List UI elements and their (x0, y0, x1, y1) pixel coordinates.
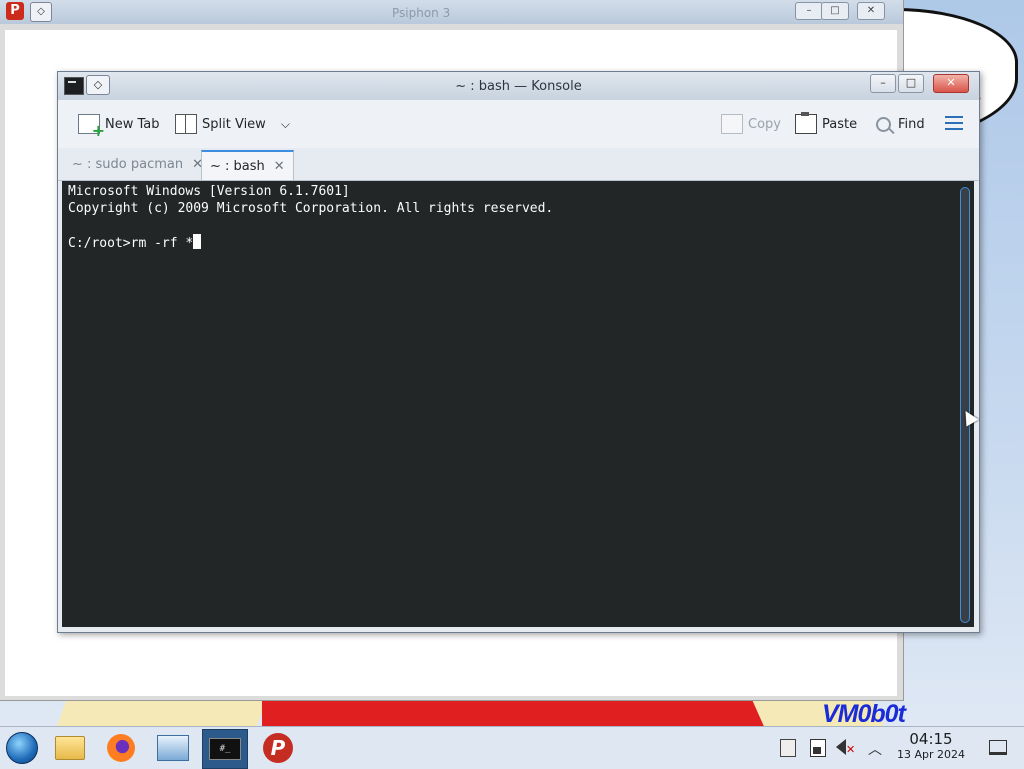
close-button[interactable]: ✕ (933, 74, 969, 93)
psiphon-title: Psiphon 3 (392, 6, 451, 20)
terminal-prompt: C:/root>rm -rf * (68, 236, 194, 251)
psiphon-logo-icon: P (6, 2, 24, 20)
terminal-line: Copyright (c) 2009 Microsoft Corporation… (68, 201, 554, 216)
network-icon (157, 735, 189, 761)
close-button[interactable]: ✕ (857, 2, 885, 20)
tab-bash[interactable]: ~ : bash ✕ (201, 150, 294, 180)
close-tab-icon[interactable]: ✕ (274, 159, 285, 174)
wallpaper-watermark: VM0b0t (822, 700, 906, 726)
show-desktop-icon[interactable] (989, 740, 1007, 755)
mute-x-icon: ✕ (846, 743, 856, 756)
clock-time: 04:15 (909, 730, 953, 748)
diamond-icon[interactable]: ◇ (30, 2, 52, 22)
paste-button[interactable]: Paste (795, 112, 857, 136)
terminal-line: Microsoft Windows [Version 6.1.7601] (68, 184, 350, 199)
split-view-label: Split View (202, 116, 266, 132)
folder-icon (55, 736, 85, 760)
taskbar-network-manager[interactable] (151, 729, 195, 767)
battery-icon[interactable] (810, 739, 826, 757)
copy-label: Copy (748, 116, 781, 132)
new-tab-label: New Tab (105, 116, 160, 132)
window-title: ~ : bash — Konsole (455, 79, 582, 94)
chevron-down-icon[interactable]: ⌵ (281, 117, 290, 132)
paste-icon (795, 112, 817, 134)
terminal-output: Microsoft Windows [Version 6.1.7601] Cop… (68, 183, 553, 252)
split-view-icon (175, 114, 197, 134)
scrollbar[interactable] (960, 187, 970, 623)
copy-icon (721, 114, 743, 134)
new-tab-button[interactable]: New Tab (78, 112, 160, 140)
psiphon-icon: P (263, 733, 293, 763)
tab-label: ~ : bash (210, 158, 265, 174)
tab-sudo-pacman[interactable]: ~ : sudo pacman ✕ (64, 150, 211, 178)
konsole-tab-bar: ~ : sudo pacman ✕ ~ : bash ✕ (58, 148, 979, 181)
firefox-icon (107, 734, 135, 762)
copy-button[interactable]: Copy (721, 112, 781, 136)
taskbar-firefox[interactable] (99, 729, 143, 767)
split-view-button[interactable]: Split View ⌵ (175, 112, 290, 136)
windows-orb-icon (6, 732, 38, 764)
hamburger-menu-icon[interactable] (945, 116, 963, 130)
find-button[interactable]: Find (876, 112, 925, 136)
terminal-icon: #_ (209, 738, 241, 760)
paste-label: Paste (822, 116, 858, 132)
clipboard-icon[interactable] (780, 739, 796, 757)
minimize-button[interactable]: – (870, 74, 896, 93)
clock-date: 13 Apr 2024 (896, 748, 965, 761)
taskbar: #_ P ✕ ︿ 04:15 13 Apr 2024 (0, 726, 1024, 769)
start-button[interactable] (0, 729, 44, 767)
text-cursor (193, 234, 202, 249)
taskbar-file-manager[interactable] (48, 729, 92, 767)
minimize-button[interactable]: – (795, 2, 823, 20)
search-icon (876, 116, 891, 132)
konsole-titlebar[interactable]: ◇ ~ : bash — Konsole – □ ✕ (58, 72, 979, 100)
maximize-button[interactable]: □ (898, 74, 924, 93)
new-tab-icon (78, 114, 105, 140)
psiphon-titlebar[interactable]: P ◇ Psiphon 3 – □ ✕ (0, 0, 903, 24)
chevron-up-icon[interactable]: ︿ (868, 739, 882, 759)
tab-label: ~ : sudo pacman (72, 156, 184, 172)
taskbar-konsole[interactable]: #_ (202, 729, 248, 769)
konsole-toolbar: New Tab Split View ⌵ Copy Paste Find (58, 100, 979, 148)
konsole-window[interactable]: ◇ ~ : bash — Konsole – □ ✕ New Tab Split… (57, 71, 980, 633)
find-label: Find (898, 116, 925, 132)
terminal-area[interactable]: Microsoft Windows [Version 6.1.7601] Cop… (62, 181, 974, 627)
taskbar-psiphon[interactable]: P (256, 729, 300, 767)
maximize-button[interactable]: □ (821, 2, 849, 20)
system-clock[interactable]: 04:15 13 Apr 2024 (893, 731, 969, 762)
